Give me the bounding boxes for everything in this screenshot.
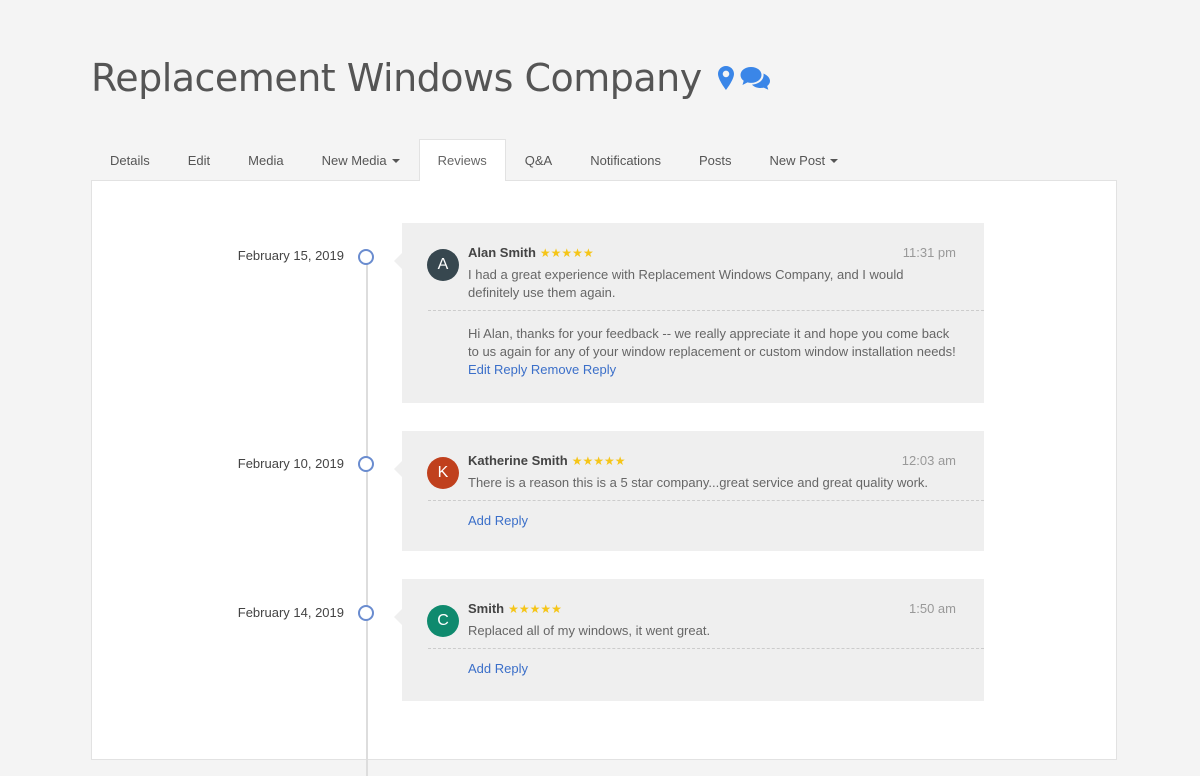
page-title: Replacement Windows Company bbox=[91, 56, 770, 100]
reviewer-name: Smith bbox=[468, 601, 505, 616]
tab-label: Edit bbox=[187, 153, 211, 168]
avatar: K bbox=[427, 457, 459, 489]
divider bbox=[428, 648, 984, 649]
review-text: Replaced all of my windows, it went grea… bbox=[468, 623, 711, 638]
tab-label: Reviews bbox=[437, 153, 487, 168]
review-header: Katherine Smith ★★★★★ 12:03 am bbox=[468, 453, 956, 468]
tab-label: New Media bbox=[321, 153, 387, 168]
star-rating: ★★★★★ bbox=[508, 601, 562, 616]
reply-actions: Edit Reply Remove Reply bbox=[468, 362, 956, 377]
review-card: K Katherine Smith ★★★★★ 12:03 am There i… bbox=[394, 431, 984, 551]
reviewer-name: Katherine Smith bbox=[468, 453, 568, 468]
review-time: 12:03 am bbox=[901, 453, 956, 468]
reply-actions: Add Reply bbox=[468, 661, 956, 676]
page-title-text: Replacement Windows Company bbox=[91, 56, 702, 100]
timeline-dot bbox=[358, 249, 374, 265]
review-time: 11:31 pm bbox=[902, 245, 956, 260]
divider bbox=[428, 310, 984, 311]
star-rating: ★★★★★ bbox=[539, 245, 594, 260]
review-header: Smith ★★★★★ 1:50 am bbox=[468, 601, 956, 616]
tab-new-media[interactable]: New Media bbox=[303, 139, 419, 181]
reviews-panel: February 15, 2019 A Alan Smith ★★★★★ 11:… bbox=[91, 180, 1117, 776]
review-date: February 15, 2019 bbox=[237, 248, 344, 263]
review-text: There is a reason this is a 5 star compa… bbox=[468, 475, 929, 490]
review-card: C Smith ★★★★★ 1:50 am Replaced all of my… bbox=[394, 579, 984, 701]
review-card: A Alan Smith ★★★★★ 11:31 pm I had a grea… bbox=[394, 223, 984, 403]
reply-actions: Add Reply bbox=[468, 513, 956, 528]
timeline-dot bbox=[358, 605, 374, 621]
timeline-line bbox=[366, 256, 368, 776]
add-reply-link[interactable]: Add Reply bbox=[468, 513, 528, 528]
review-time: 1:50 am bbox=[909, 601, 956, 616]
title-icons bbox=[717, 66, 770, 90]
tab-label: Q&A bbox=[524, 153, 553, 168]
remove-reply-link[interactable]: Remove Reply bbox=[531, 362, 616, 377]
review-date: February 10, 2019 bbox=[237, 456, 344, 471]
review-text: I had a great experience with Replacemen… bbox=[468, 267, 904, 300]
avatar: A bbox=[427, 249, 459, 281]
map-marker-icon[interactable] bbox=[717, 66, 734, 90]
review-header: Alan Smith ★★★★★ 11:31 pm bbox=[468, 245, 956, 260]
add-reply-link[interactable]: Add Reply bbox=[468, 661, 528, 676]
review-date: February 14, 2019 bbox=[237, 605, 344, 620]
tab-label: New Post bbox=[769, 153, 826, 168]
reply-text: Hi Alan, thanks for your feedback -- we … bbox=[468, 326, 956, 359]
tab-details[interactable]: Details bbox=[91, 139, 169, 181]
star-rating: ★★★★★ bbox=[571, 453, 626, 468]
tab-notifications[interactable]: Notifications bbox=[571, 139, 680, 181]
tab-media[interactable]: Media bbox=[229, 139, 302, 181]
tab-label: Posts bbox=[699, 153, 732, 168]
tab-edit[interactable]: Edit bbox=[169, 139, 229, 181]
tab-new-post[interactable]: New Post bbox=[751, 139, 858, 181]
divider bbox=[428, 500, 984, 501]
tab-label: Details bbox=[110, 153, 150, 168]
comments-icon[interactable] bbox=[740, 66, 770, 90]
reviewer-name: Alan Smith bbox=[468, 245, 536, 260]
tab-label: Media bbox=[248, 153, 284, 168]
edit-reply-link[interactable]: Edit Reply bbox=[468, 362, 527, 377]
caret-down-icon bbox=[830, 158, 839, 163]
tab-label: Notifications bbox=[590, 153, 662, 168]
tab-bar: Details Edit Media New Media Reviews Q&A… bbox=[91, 139, 857, 181]
timeline-dot bbox=[358, 456, 374, 472]
caret-down-icon bbox=[391, 158, 400, 163]
tab-qa[interactable]: Q&A bbox=[506, 139, 571, 181]
tab-reviews[interactable]: Reviews bbox=[418, 139, 506, 181]
tab-posts[interactable]: Posts bbox=[680, 139, 751, 181]
avatar: C bbox=[427, 605, 459, 637]
